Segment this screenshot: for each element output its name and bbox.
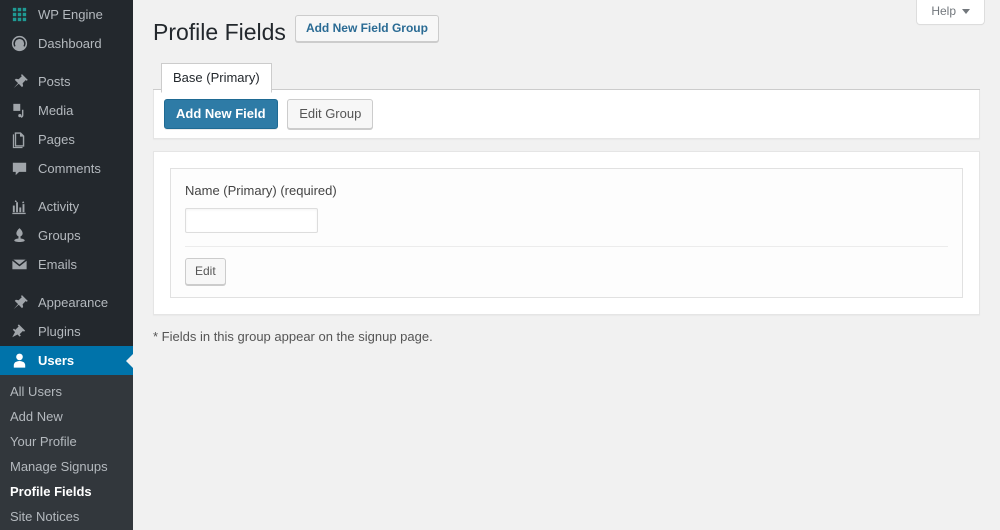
page-wrap: Profile Fields Add New Field Group Base (… (133, 0, 1000, 345)
envelope-icon (10, 255, 29, 274)
profile-field-label: Name (Primary) (required) (185, 183, 337, 198)
help-tab-button[interactable]: Help (916, 0, 985, 26)
sidebar-item-wp-engine[interactable]: WP Engine (0, 0, 133, 29)
help-tab-label: Help (931, 4, 956, 18)
sidebar-item-label: Activity (38, 199, 80, 214)
sidebar-item-label: Posts (38, 74, 71, 89)
fields-footnote: * Fields in this group appear on the sig… (153, 328, 433, 344)
sidebar-item-label: Pages (38, 132, 75, 147)
submenu-item-add-new[interactable]: Add New (0, 404, 133, 429)
groups-icon (10, 226, 29, 245)
submenu-item-your-profile[interactable]: Your Profile (0, 429, 133, 454)
submenu-item-all-users[interactable]: All Users (0, 379, 133, 404)
sidebar-item-label: Comments (38, 161, 101, 176)
wpengine-grid-icon (10, 5, 29, 24)
field-group-actionbar: Add New Field Edit Group (153, 90, 980, 139)
activity-chart-icon (10, 197, 29, 216)
sidebar-item-label: Plugins (38, 324, 81, 339)
tab-base-primary[interactable]: Base (Primary) (161, 63, 272, 93)
sidebar-item-label: Appearance (38, 295, 109, 310)
page-title: Profile Fields (153, 19, 286, 45)
media-icon (10, 101, 29, 120)
sidebar-submenu-users: All Users Add New Your Profile Manage Signu… (0, 375, 133, 530)
sidebar-item-activity[interactable]: Activity (0, 192, 133, 221)
sidebar-separator (0, 58, 133, 67)
sidebar-current-arrow-icon (126, 352, 133, 369)
sidebar-item-label: WP Engine (38, 7, 103, 22)
main-content: Help Profile Fields Add New Field Group B… (133, 0, 1000, 530)
add-new-field-group-button[interactable]: Add New Field Group (294, 14, 439, 42)
sidebar-separator (0, 183, 133, 192)
pages-icon (10, 130, 29, 149)
field-divider (185, 245, 948, 247)
sidebar-item-groups[interactable]: Groups (0, 221, 133, 250)
profile-field-input[interactable] (185, 207, 318, 233)
plug-icon (10, 322, 29, 341)
sidebar-item-dashboard[interactable]: Dashboard (0, 29, 133, 58)
edit-group-button[interactable]: Edit Group (287, 99, 374, 129)
submenu-item-manage-signups[interactable]: Manage Signups (0, 454, 133, 479)
pin-icon (10, 72, 29, 91)
sidebar-item-emails[interactable]: Emails (0, 250, 133, 279)
sidebar-item-label: Media (38, 103, 74, 118)
sidebar-item-users[interactable]: Users (0, 346, 133, 375)
submenu-item-site-notices[interactable]: Site Notices (0, 504, 133, 529)
sidebar-separator (0, 279, 133, 288)
sidebar-item-media[interactable]: Media (0, 96, 133, 125)
dashboard-gauge-icon (10, 34, 29, 53)
sidebar-item-pages[interactable]: Pages (0, 125, 133, 154)
sidebar-item-posts[interactable]: Posts (0, 67, 133, 96)
sidebar-menu-list: WP Engine Dashboard Posts Media Pages Comment… (0, 0, 133, 375)
sidebar-item-label: Emails (38, 257, 78, 272)
sidebar-item-label: Groups (38, 228, 81, 243)
chevron-down-icon (962, 9, 970, 15)
sidebar-item-label: Dashboard (38, 36, 102, 51)
admin-screen: WP Engine Dashboard Posts Media Pages Comment… (0, 0, 1000, 530)
submenu-item-profile-fields[interactable]: Profile Fields (0, 479, 133, 504)
admin-sidebar: WP Engine Dashboard Posts Media Pages Comment… (0, 0, 133, 530)
edit-field-button[interactable]: Edit (185, 257, 226, 285)
comment-bubble-icon (10, 159, 29, 178)
field-group-tabs: Base (Primary) (153, 62, 980, 93)
sidebar-item-label: Users (38, 353, 75, 368)
fields-panel: Name (Primary) (required) Edit (153, 151, 980, 315)
add-new-field-button[interactable]: Add New Field (164, 99, 278, 129)
sidebar-item-comments[interactable]: Comments (0, 154, 133, 183)
user-icon (10, 351, 29, 370)
sidebar-item-appearance[interactable]: Appearance (0, 288, 133, 317)
paintbrush-icon (10, 293, 29, 312)
screen-meta-links: Help (916, 0, 985, 26)
sidebar-item-plugins[interactable]: Plugins (0, 317, 133, 346)
profile-field-row: Name (Primary) (required) Edit (170, 168, 963, 298)
